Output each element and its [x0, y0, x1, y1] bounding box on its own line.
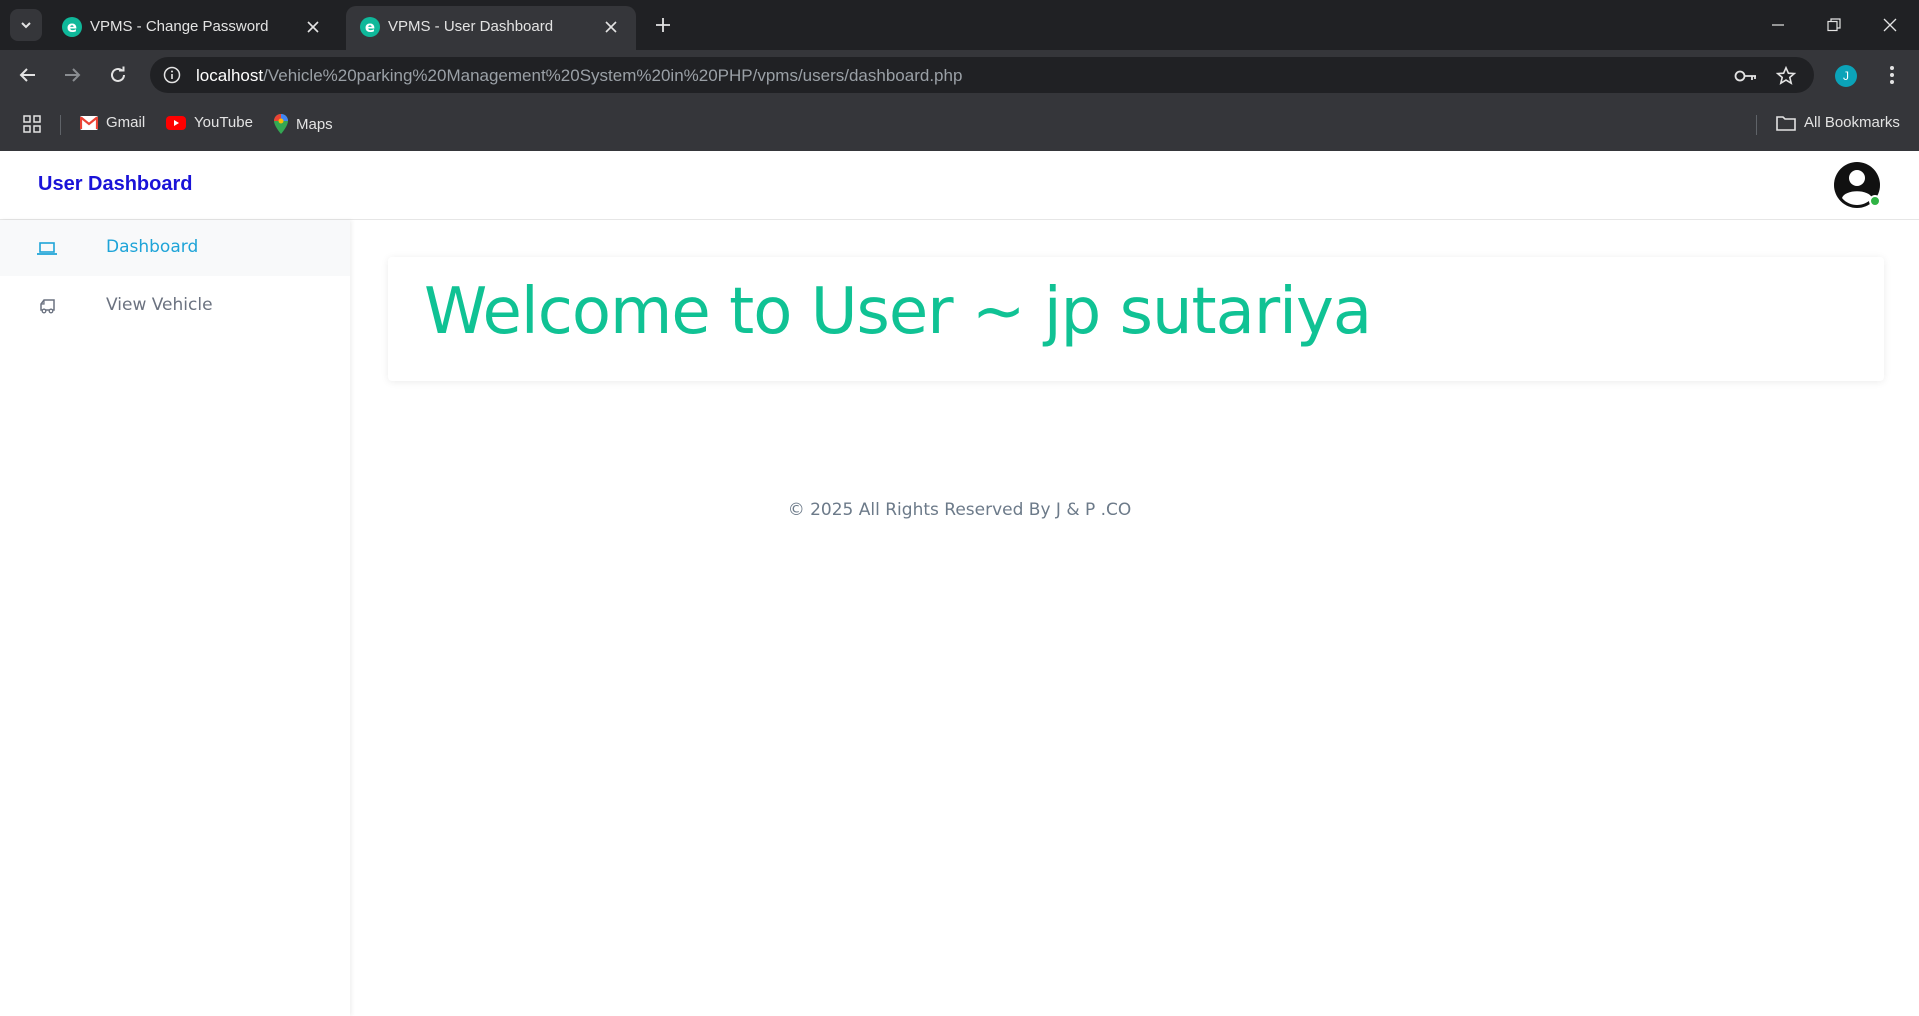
bookmark-maps[interactable]: Maps	[274, 114, 333, 134]
apps-grid-icon	[23, 115, 41, 133]
sidebar-item-label: Dashboard	[106, 237, 199, 257]
bookmark-gmail[interactable]: Gmail	[80, 114, 145, 131]
reload-icon	[111, 66, 125, 82]
tab-title: VPMS - Change Password	[90, 18, 269, 35]
url-text[interactable]: localhost/Vehicle%20parking%20Management…	[196, 66, 962, 86]
apps-button[interactable]	[22, 114, 42, 134]
close-window-button[interactable]	[1870, 10, 1910, 40]
sidebar-item-view-vehicle[interactable]: View Vehicle	[0, 278, 350, 334]
site-favicon-icon: e	[62, 17, 82, 37]
gmail-icon	[80, 115, 98, 130]
address-bar[interactable]: localhost/Vehicle%20parking%20Management…	[150, 57, 1814, 93]
brand-title[interactable]: User Dashboard	[38, 173, 193, 196]
youtube-icon	[166, 115, 186, 130]
minimize-icon	[1772, 24, 1784, 26]
plus-icon	[656, 18, 670, 32]
restore-button[interactable]	[1814, 10, 1854, 40]
sidebar: Dashboard View Vehicle	[0, 220, 350, 1016]
bookmarks-bar: Gmail YouTube Maps All Bookmarks	[0, 100, 1919, 151]
more-vertical-icon	[1890, 66, 1894, 84]
new-tab-button[interactable]	[650, 12, 676, 38]
bookmark-label: Gmail	[106, 114, 146, 131]
browser-toolbar: localhost/Vehicle%20parking%20Management…	[0, 50, 1919, 100]
site-info-icon[interactable]	[162, 65, 182, 85]
user-avatar[interactable]	[1833, 161, 1881, 209]
user-avatar-icon	[1834, 162, 1881, 208]
laptop-icon	[37, 242, 57, 255]
profile-avatar-button[interactable]: J	[1835, 65, 1857, 87]
minimize-button[interactable]	[1758, 10, 1798, 40]
sidebar-item-dashboard[interactable]: Dashboard	[0, 220, 350, 276]
chevron-down-icon	[21, 22, 31, 29]
bookmarks-divider	[60, 115, 61, 135]
all-bookmarks-button[interactable]: All Bookmarks	[1776, 114, 1900, 131]
forward-button[interactable]	[58, 61, 86, 89]
password-key-icon[interactable]	[1734, 64, 1758, 88]
tab-search-button[interactable]	[10, 9, 42, 41]
app-header: User Dashboard	[0, 151, 1919, 220]
truck-icon	[40, 299, 55, 314]
site-favicon-icon: e	[360, 17, 380, 37]
all-bookmarks-label: All Bookmarks	[1804, 114, 1900, 131]
close-icon	[1883, 18, 1897, 32]
url-host: localhost	[196, 66, 264, 85]
footer-copyright: © 2025 All Rights Reserved By J & P .CO	[787, 500, 1132, 520]
tab-user-dashboard[interactable]: e VPMS - User Dashboard	[346, 6, 636, 50]
folder-icon	[1776, 115, 1796, 131]
reload-button[interactable]	[104, 61, 132, 89]
welcome-heading: Welcome to User ~ jp sutariya	[424, 275, 1372, 349]
maps-icon	[274, 114, 288, 134]
restore-icon	[1827, 18, 1841, 32]
close-icon[interactable]	[600, 16, 622, 38]
bookmark-star-icon[interactable]	[1774, 64, 1798, 88]
tab-title: VPMS - User Dashboard	[388, 18, 554, 35]
bookmarks-divider	[1756, 115, 1757, 135]
arrow-left-icon	[19, 68, 35, 82]
back-button[interactable]	[14, 61, 42, 89]
bookmark-label: YouTube	[194, 114, 253, 131]
browser-tabstrip: e VPMS - Change Password e VPMS - User D…	[0, 0, 1919, 50]
web-page: User Dashboard Dashboard View Vehicle We…	[0, 151, 1919, 1016]
welcome-card: Welcome to User ~ jp sutariya	[388, 257, 1884, 381]
close-icon[interactable]	[302, 16, 324, 38]
tab-change-password[interactable]: e VPMS - Change Password	[48, 6, 338, 50]
sidebar-item-label: View Vehicle	[106, 295, 213, 315]
bookmark-youtube[interactable]: YouTube	[166, 114, 253, 131]
bookmark-label: Maps	[296, 115, 333, 133]
url-path: /Vehicle%20parking%20Management%20System…	[263, 66, 963, 85]
arrow-right-icon	[65, 68, 81, 82]
browser-menu-button[interactable]	[1880, 63, 1904, 87]
